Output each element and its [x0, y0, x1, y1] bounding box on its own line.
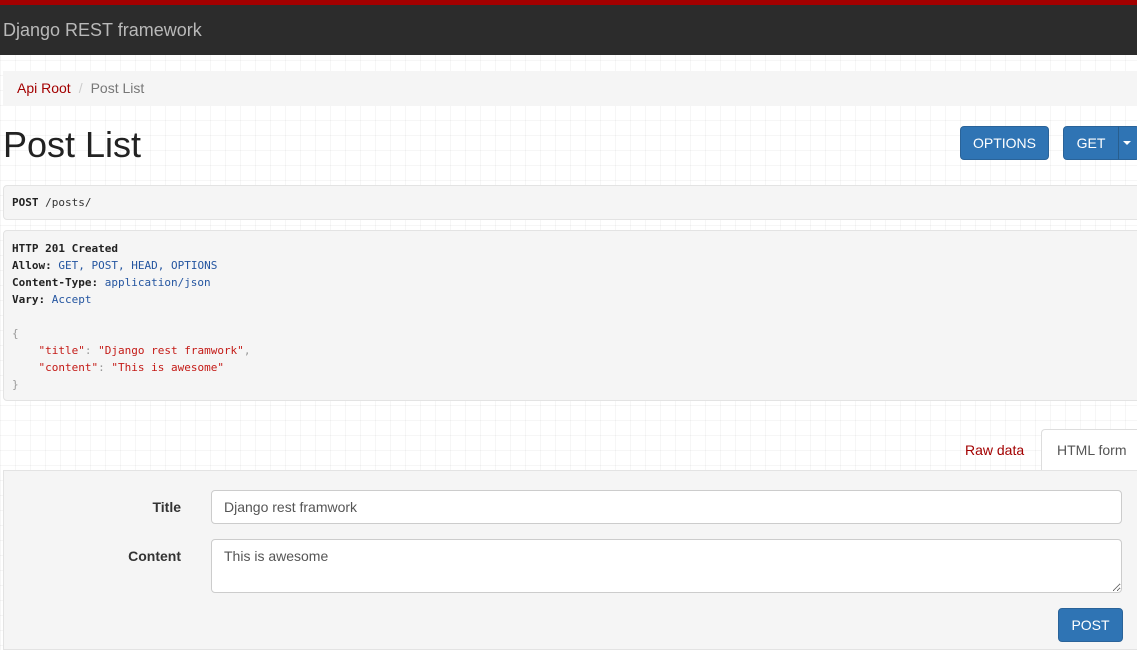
header-name: Allow: [12, 259, 52, 272]
title-input[interactable] [211, 490, 1122, 524]
title-label: Title [152, 499, 181, 515]
content-label: Content [128, 548, 181, 564]
header-name: Content-Type: [12, 276, 99, 289]
json-open-brace: { [12, 327, 19, 340]
request-path: /posts/ [45, 196, 92, 209]
breadcrumb-current: Post List [90, 80, 145, 96]
request-info: POST /posts/ [3, 185, 1137, 220]
breadcrumb-separator: / [78, 80, 83, 96]
header-value: application/json [104, 276, 211, 289]
json-close-brace: } [12, 378, 19, 391]
brand-link[interactable]: Django REST framework [3, 20, 202, 41]
response-status: HTTP 201 Created [12, 242, 118, 255]
request-method: POST [12, 196, 39, 209]
json-key-content: "content" [38, 361, 99, 374]
post-submit-button[interactable]: POST [1058, 608, 1123, 642]
top-navbar: Django REST framework [0, 0, 1137, 55]
header-value: GET, POST, HEAD, OPTIONS [58, 259, 218, 272]
breadcrumb: Api Root / Post List [3, 71, 1137, 106]
json-value-title: "Django rest framwork" [98, 344, 244, 357]
response-info: HTTP 201 Created Allow: GET, POST, HEAD,… [3, 230, 1137, 401]
get-button[interactable]: GET [1063, 126, 1119, 160]
caret-down-icon [1123, 141, 1131, 145]
breadcrumb-api-root-link[interactable]: Api Root [17, 80, 71, 96]
page-title: Post List [3, 124, 142, 165]
content-textarea[interactable]: This is awesome [211, 539, 1122, 593]
header-name: Vary: [12, 293, 46, 306]
options-button[interactable]: OPTIONS [960, 126, 1049, 160]
json-value-content: "This is awesome" [111, 361, 224, 374]
tab-raw-data[interactable]: Raw data [965, 442, 1024, 458]
header-value: Accept [51, 293, 92, 306]
json-key-title: "title" [38, 344, 85, 357]
get-format-dropdown-button[interactable] [1118, 126, 1137, 160]
tab-html-form[interactable]: HTML form [1041, 429, 1137, 472]
